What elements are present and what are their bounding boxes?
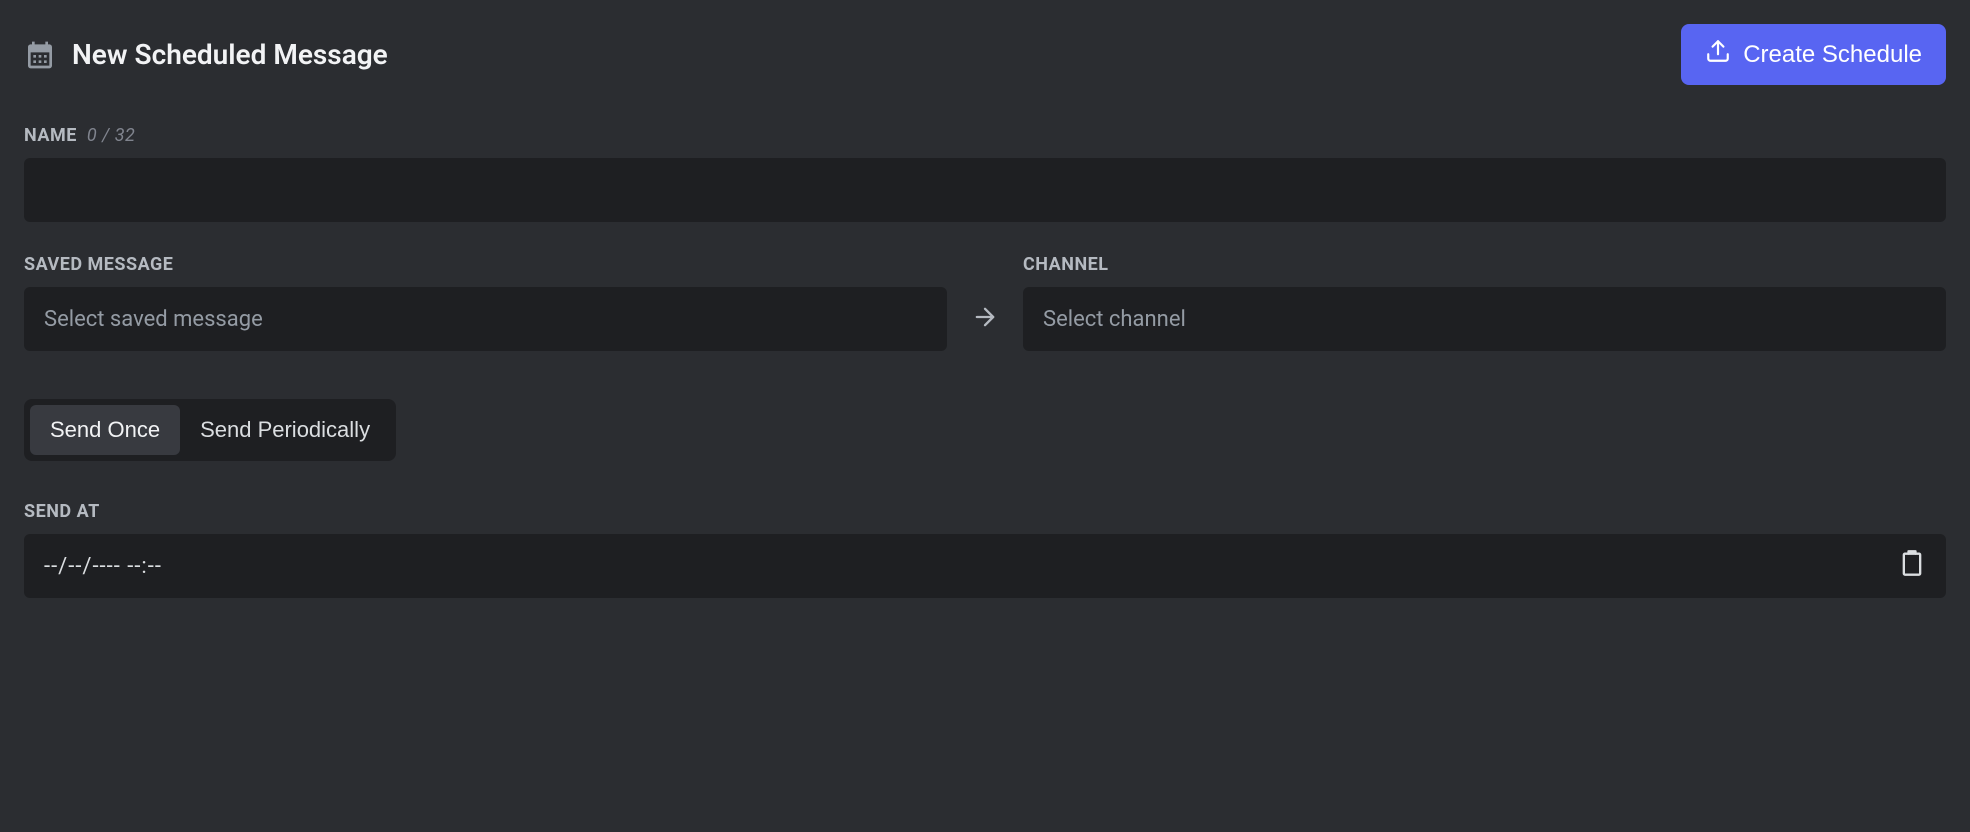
saved-message-placeholder: Select saved message [44,307,263,332]
arrow-separator [971,287,999,351]
name-label-row: NAME 0 / 32 [24,125,1946,146]
send-at-label: SEND AT [24,501,1946,522]
saved-message-col: SAVED MESSAGE Select saved message [24,254,947,351]
name-input[interactable] [24,158,1946,222]
channel-label: CHANNEL [1023,254,1946,275]
send-at-input[interactable]: --/--/---- --:-- [24,534,1946,598]
upload-icon [1705,38,1731,71]
message-channel-row: SAVED MESSAGE Select saved message CHANN… [24,254,1946,351]
create-schedule-label: Create Schedule [1743,41,1922,69]
channel-placeholder: Select channel [1043,307,1186,332]
send-at-value: --/--/---- --:-- [44,554,162,579]
saved-message-select[interactable]: Select saved message [24,287,947,351]
clipboard-icon [1898,549,1926,583]
send-mode-toggle: Send Once Send Periodically [24,399,396,461]
page-title: New Scheduled Message [72,38,388,71]
saved-message-label: SAVED MESSAGE [24,254,947,275]
page-header: New Scheduled Message Create Schedule [24,24,1946,85]
arrow-right-icon [971,303,999,335]
name-label: NAME [24,125,77,146]
create-schedule-button[interactable]: Create Schedule [1681,24,1946,85]
send-at-field-group: SEND AT --/--/---- --:-- [24,501,1946,598]
name-char-count: 0 / 32 [87,125,135,146]
channel-select[interactable]: Select channel [1023,287,1946,351]
channel-col: CHANNEL Select channel [1023,254,1946,351]
name-field-group: NAME 0 / 32 [24,125,1946,222]
send-periodically-tab[interactable]: Send Periodically [180,405,390,455]
send-once-tab[interactable]: Send Once [30,405,180,455]
calendar-icon [24,39,56,71]
title-group: New Scheduled Message [24,38,388,71]
